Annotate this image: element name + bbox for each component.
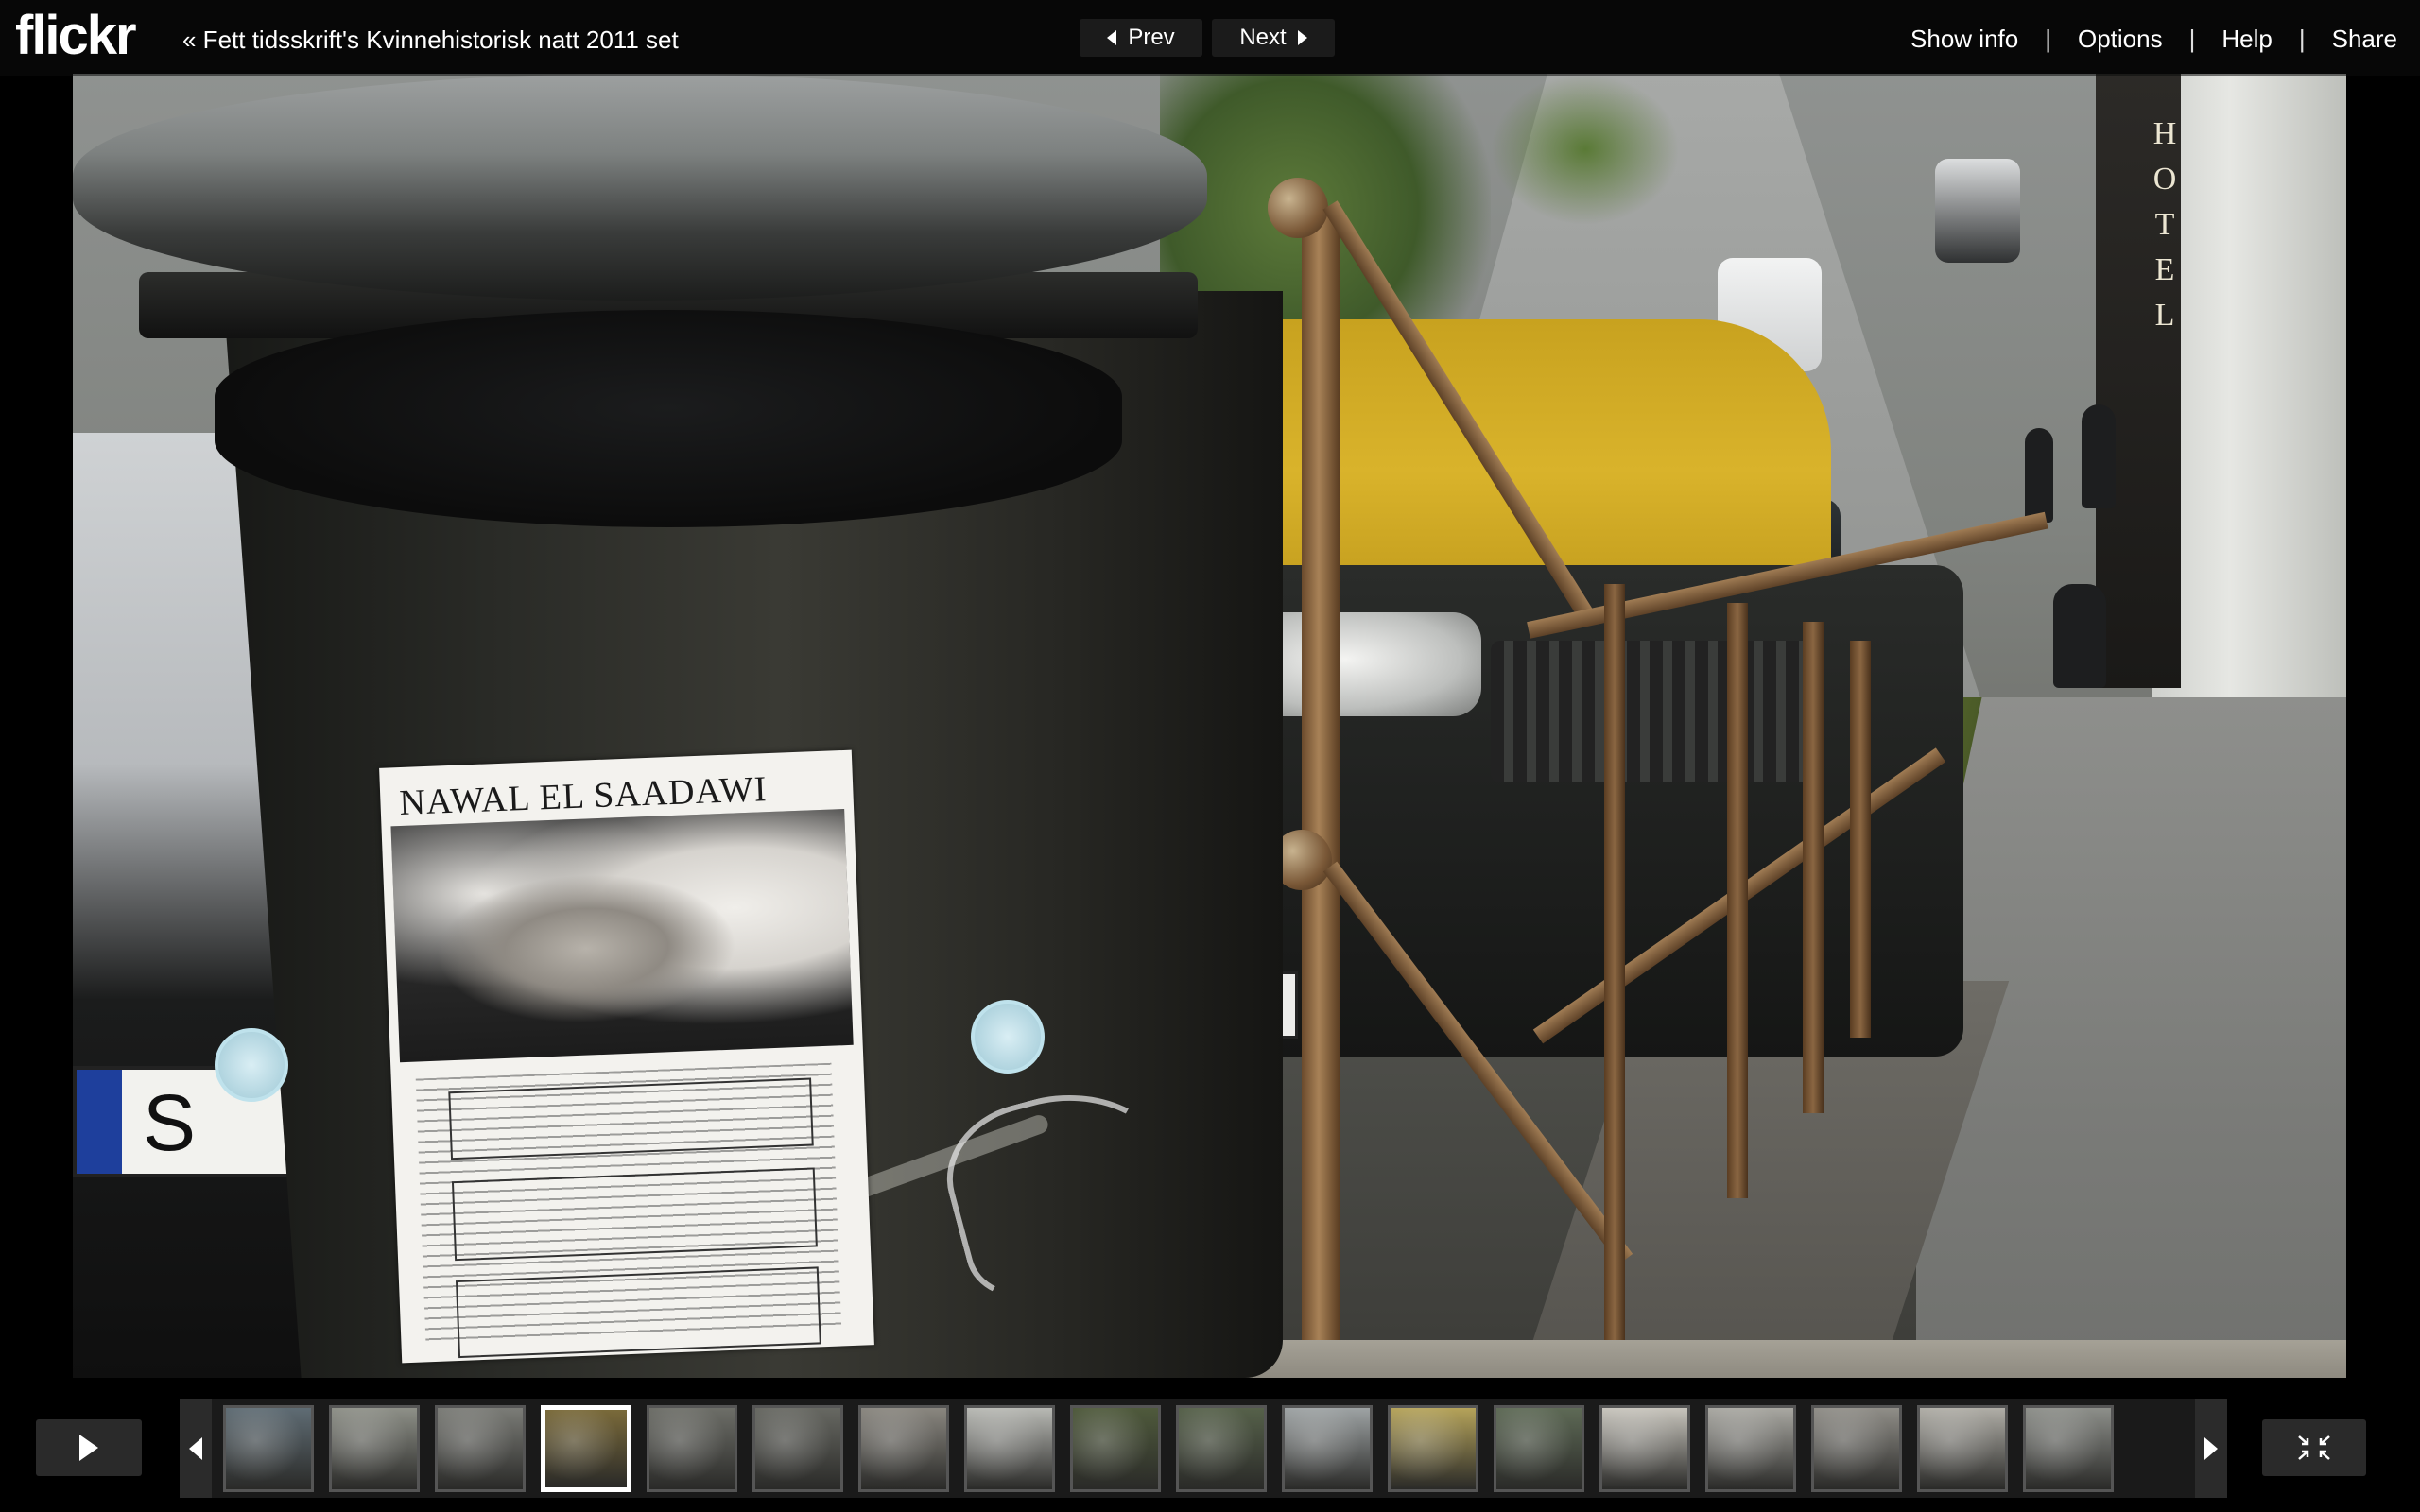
exit-fullscreen-button[interactable] bbox=[2262, 1419, 2366, 1476]
photo-sticker bbox=[971, 1000, 1045, 1074]
filmstrip-thumbnail[interactable] bbox=[541, 1405, 631, 1492]
photo-plate-text: S bbox=[143, 1078, 197, 1167]
photo-railing-post bbox=[1604, 584, 1625, 1340]
show-info-link[interactable]: Show info bbox=[1910, 25, 2018, 54]
photo-plate-flag bbox=[77, 1070, 122, 1174]
slideshow-play-button[interactable] bbox=[36, 1419, 142, 1476]
filmstrip-thumbnail[interactable] bbox=[964, 1405, 1055, 1492]
share-link[interactable]: Share bbox=[2332, 25, 2397, 54]
filmstrip-thumbnail[interactable] bbox=[1494, 1405, 1584, 1492]
photo-bin-lid bbox=[73, 74, 1207, 301]
filmstrip-thumbnail[interactable] bbox=[1917, 1405, 2008, 1492]
thumbnail-list bbox=[223, 1405, 2114, 1492]
photo-railing-post bbox=[1302, 206, 1340, 1378]
filmstrip-thumbnail[interactable] bbox=[2023, 1405, 2114, 1492]
filmstrip-thumbnail[interactable] bbox=[1705, 1405, 1796, 1492]
filmstrip-thumbnail[interactable] bbox=[752, 1405, 843, 1492]
photo-van bbox=[1935, 159, 2020, 263]
photo-railing-post bbox=[1803, 622, 1824, 1113]
filmstrip-thumbnail[interactable] bbox=[1176, 1405, 1267, 1492]
chevron-left-icon bbox=[1107, 30, 1117, 45]
filmstrip-next-button[interactable] bbox=[2195, 1399, 2227, 1498]
back-to-set-link[interactable]: « Fett tidsskrift's Kvinnehistorisk natt… bbox=[182, 26, 679, 55]
filmstrip-thumbnail[interactable] bbox=[858, 1405, 949, 1492]
poster-quote-box bbox=[455, 1266, 821, 1359]
photo-bin-opening bbox=[215, 310, 1122, 527]
photo-grille bbox=[1491, 641, 1812, 782]
prev-button[interactable]: Prev bbox=[1080, 19, 1202, 57]
photo-hotel-sign: HOTEL bbox=[2152, 116, 2177, 333]
filmstrip-thumbnail[interactable] bbox=[647, 1405, 737, 1492]
collapse-icon bbox=[2298, 1435, 2330, 1460]
poster-quote-box bbox=[451, 1167, 818, 1262]
flickr-logo[interactable]: flickr bbox=[15, 4, 137, 67]
photo-pedestrian bbox=[2082, 404, 2116, 508]
chevron-left-icon bbox=[189, 1436, 202, 1460]
photo-headlight bbox=[1254, 612, 1481, 716]
help-link[interactable]: Help bbox=[2221, 25, 2272, 54]
photo-building bbox=[2152, 74, 2346, 792]
filmstrip-thumbnail[interactable] bbox=[1070, 1405, 1161, 1492]
filmstrip-thumbnail[interactable] bbox=[329, 1405, 420, 1492]
filmstrip bbox=[0, 1380, 2420, 1512]
next-label: Next bbox=[1239, 25, 1287, 50]
nav-separator: | bbox=[2298, 25, 2306, 53]
filmstrip-thumbnail[interactable] bbox=[223, 1405, 314, 1492]
photo-pedestrian bbox=[2053, 584, 2106, 688]
options-link[interactable]: Options bbox=[2078, 25, 2163, 54]
filmstrip-thumbnail[interactable] bbox=[1599, 1405, 1690, 1492]
chevron-right-icon bbox=[2204, 1436, 2218, 1460]
photo-poster: NAWAL EL SAADAWI bbox=[379, 749, 874, 1364]
main-photo: HOTEL 8118 S NAWAL EL SAADAWI bbox=[73, 74, 2346, 1378]
photo-railing-post bbox=[1727, 603, 1748, 1198]
poster-quote-box bbox=[448, 1077, 814, 1160]
filmstrip-thumbnail[interactable] bbox=[1388, 1405, 1478, 1492]
filmstrip-thumbnail[interactable] bbox=[435, 1405, 526, 1492]
filmstrip-thumbnail[interactable] bbox=[1811, 1405, 1902, 1492]
photo-railing-knob bbox=[1268, 178, 1328, 238]
poster-portrait bbox=[390, 808, 854, 1063]
nav-separator: | bbox=[2045, 25, 2051, 53]
chevron-right-icon bbox=[1297, 30, 1307, 45]
nav-separator: | bbox=[2188, 25, 2196, 53]
photo-sticker bbox=[215, 1028, 288, 1102]
photo-trees bbox=[1491, 74, 1680, 225]
filmstrip-thumbnail[interactable] bbox=[1282, 1405, 1373, 1492]
prev-label: Prev bbox=[1128, 25, 1175, 50]
top-nav: Show info | Options | Help | Share bbox=[1910, 25, 2397, 54]
filmstrip-prev-button[interactable] bbox=[180, 1399, 212, 1498]
next-button[interactable]: Next bbox=[1212, 19, 1335, 57]
photo-ledge bbox=[1188, 1340, 2346, 1378]
photo-railing-post bbox=[1850, 641, 1871, 1038]
photo-pedestrian bbox=[2025, 428, 2053, 523]
play-icon bbox=[79, 1435, 98, 1461]
top-bar: flickr « Fett tidsskrift's Kvinnehistori… bbox=[0, 0, 2420, 76]
